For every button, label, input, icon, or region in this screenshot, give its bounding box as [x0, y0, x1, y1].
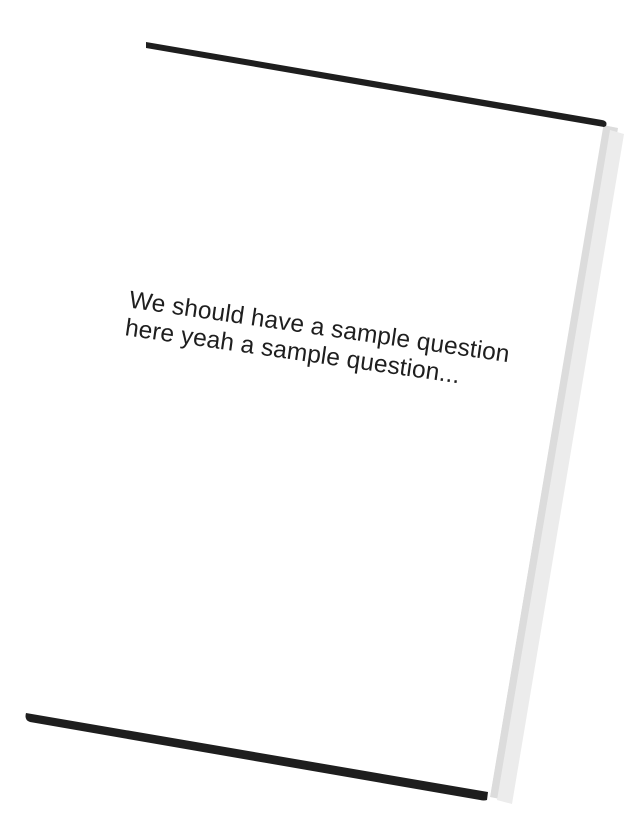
stage: We should have a sample question here ye…: [0, 0, 635, 820]
question-card[interactable]: [0, 0, 635, 820]
